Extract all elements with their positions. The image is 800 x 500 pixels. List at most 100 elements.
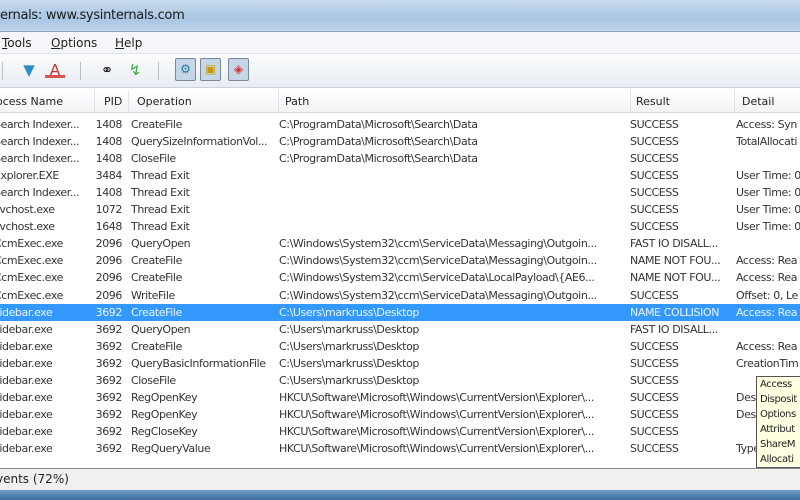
filesystem-toggle-icon[interactable]: ▣	[200, 58, 221, 81]
column-divider[interactable]	[128, 90, 129, 113]
cell-operation: WriteFile	[131, 288, 175, 302]
cell-operation: CreateFile	[131, 118, 182, 131]
column-result[interactable]: Result	[636, 95, 670, 108]
cell-path: C:\ProgramData\Microsoft\Search\Data	[279, 118, 478, 131]
status-bar: vents (72%)	[0, 468, 800, 490]
table-row[interactable]: sidebar.exe 3692 RegOpenKey HKCU\Software\M…	[0, 389, 800, 406]
cell-result: SUCCESS	[630, 203, 679, 217]
cell-pid: 3692	[95, 390, 122, 404]
cell-result: NAME COLLISION	[630, 305, 720, 319]
cell-detail: Access: Rea	[736, 271, 798, 285]
cell-operation: QuerySizeInformationVol...	[131, 135, 268, 149]
cell-path: C:\Windows\System32\ccm\ServiceData\Mess…	[279, 237, 597, 251]
table-row[interactable]: sidebar.exe 3692 CreateFile C:\Users\markru…	[0, 338, 800, 355]
filter-icon[interactable]: ▼	[19, 60, 39, 80]
table-row[interactable]: Search Indexer... 1408 Thread Exit SUCCESS U…	[0, 184, 800, 201]
table-row[interactable]: svchost.exe 1648 Thread Exit SUCCESS User Ti…	[0, 218, 800, 235]
column-divider[interactable]	[630, 90, 631, 113]
cell-pid: 1648	[95, 220, 122, 234]
cell-detail: Offset: 0, Le	[736, 288, 798, 302]
cell-result: SUCCESS	[630, 152, 679, 166]
cell-detail: User Time: 0	[736, 220, 800, 234]
column-process-name[interactable]: ocess Name	[0, 95, 63, 108]
cell-process-name: CcmExec.exe	[0, 271, 63, 285]
cell-result: SUCCESS	[630, 169, 679, 183]
detail-tooltip: Access Disposit Options Attribut ShareM Alloc…	[756, 376, 800, 468]
taskbar	[0, 490, 800, 500]
cell-operation: CreateFile	[131, 254, 182, 268]
column-path[interactable]: Path	[285, 95, 309, 108]
highlight-icon[interactable]: A	[45, 60, 65, 79]
event-list[interactable]: Search Indexer... 1408 CreateFile C:\Progra…	[0, 116, 800, 468]
cell-process-name: sidebar.exe	[0, 390, 53, 404]
table-row[interactable]: Search Indexer... 1408 QuerySizeInformatio…	[0, 133, 800, 150]
process-toggle-icon[interactable]: ◈	[228, 58, 249, 81]
cell-pid: 3692	[95, 322, 122, 336]
toolbar: ▼ A ⚭ ↯ ⚙ ▣ ◈	[0, 54, 800, 88]
cell-pid: 1408	[95, 135, 122, 149]
table-row[interactable]: sidebar.exe 3692 RegQueryValue HKCU\Softwar…	[0, 440, 800, 457]
cell-pid: 1072	[95, 203, 122, 217]
cell-path: HKCU\Software\Microsoft\Windows\CurrentV…	[279, 407, 594, 421]
column-divider[interactable]	[94, 90, 95, 113]
table-row[interactable]: svchost.exe 1072 Thread Exit SUCCESS User Ti…	[0, 201, 800, 218]
cell-process-name: sidebar.exe	[0, 322, 53, 336]
cell-result: SUCCESS	[630, 424, 679, 438]
table-row[interactable]: Explorer.EXE 3484 Thread Exit SUCCESS User T…	[0, 167, 800, 184]
column-divider[interactable]	[734, 90, 735, 113]
jump-icon[interactable]: ↯	[125, 60, 145, 80]
table-row[interactable]: sidebar.exe 3692 QueryBasicInformationFile…	[0, 355, 800, 372]
cell-pid: 2096	[95, 271, 122, 285]
table-row[interactable]: sidebar.exe 3692 RegCloseKey HKCU\Software\…	[0, 423, 800, 440]
cell-process-name: sidebar.exe	[0, 339, 53, 353]
table-row[interactable]: CcmExec.exe 2096 QueryOpen C:\Windows\Syste…	[0, 235, 800, 252]
table-row[interactable]: CcmExec.exe 2096 CreateFile C:\Windows\Syst…	[0, 269, 800, 286]
registry-toggle-icon[interactable]: ⚙	[175, 58, 196, 81]
cell-result: SUCCESS	[630, 118, 679, 131]
cell-operation: CloseFile	[131, 152, 176, 166]
status-text: vents (72%)	[0, 472, 69, 486]
column-divider[interactable]	[278, 90, 279, 113]
cell-pid: 3692	[95, 424, 122, 438]
cell-pid: 2096	[95, 288, 122, 302]
table-row[interactable]: CcmExec.exe 2096 WriteFile C:\Windows\Syste…	[0, 287, 800, 304]
toolbar-separator	[158, 62, 159, 80]
tooltip-line: Access	[760, 379, 792, 390]
column-operation[interactable]: Operation	[137, 95, 192, 108]
window-title: ernals: www.sysinternals.com	[0, 8, 185, 23]
cell-pid: 3692	[95, 356, 122, 370]
menu-tools[interactable]: Tools	[2, 36, 32, 50]
find-icon[interactable]: ⚭	[97, 60, 117, 80]
tooltip-line: Attribut	[760, 424, 795, 435]
menu-help[interactable]: Help	[115, 36, 142, 50]
cell-result: SUCCESS	[630, 407, 679, 421]
cell-operation: Thread Exit	[131, 186, 190, 200]
title-bar: ernals: www.sysinternals.com	[0, 0, 800, 32]
column-detail[interactable]: Detail	[742, 95, 774, 108]
table-row[interactable]: Search Indexer... 1408 CreateFile C:\Progra…	[0, 116, 800, 133]
table-row[interactable]: sidebar.exe 3692 CloseFile C:\Users\markrus…	[0, 372, 800, 389]
cell-process-name: svchost.exe	[0, 203, 55, 217]
table-row[interactable]: sidebar.exe 3692 CreateFile C:\Users\markru…	[0, 303, 800, 321]
cell-process-name: CcmExec.exe	[0, 288, 63, 302]
cell-result: FAST IO DISALL...	[630, 237, 718, 251]
cell-result: SUCCESS	[630, 220, 679, 234]
cell-operation: RegCloseKey	[131, 424, 198, 438]
cell-operation: QueryBasicInformationFile	[131, 356, 266, 370]
cell-process-name: sidebar.exe	[0, 373, 53, 387]
table-row[interactable]: sidebar.exe 3692 QueryOpen C:\Users\markrus…	[0, 321, 800, 338]
table-row[interactable]: CcmExec.exe 2096 CreateFile C:\Windows\Syst…	[0, 252, 800, 269]
cell-pid: 3484	[95, 169, 122, 183]
cell-result: SUCCESS	[630, 186, 679, 200]
cell-result: SUCCESS	[630, 288, 679, 302]
table-row[interactable]: sidebar.exe 3692 RegOpenKey HKCU\Software\M…	[0, 406, 800, 423]
cell-process-name: Search Indexer...	[0, 152, 80, 166]
cell-result: SUCCESS	[630, 390, 679, 404]
cell-operation: QueryOpen	[131, 237, 191, 251]
cell-pid: 3692	[95, 373, 122, 387]
cell-process-name: sidebar.exe	[0, 441, 53, 455]
cell-pid: 3692	[95, 441, 122, 455]
menu-options[interactable]: Options	[51, 36, 97, 50]
table-row[interactable]: Search Indexer... 1408 CloseFile C:\Program…	[0, 150, 800, 167]
column-pid[interactable]: PID	[104, 95, 122, 108]
